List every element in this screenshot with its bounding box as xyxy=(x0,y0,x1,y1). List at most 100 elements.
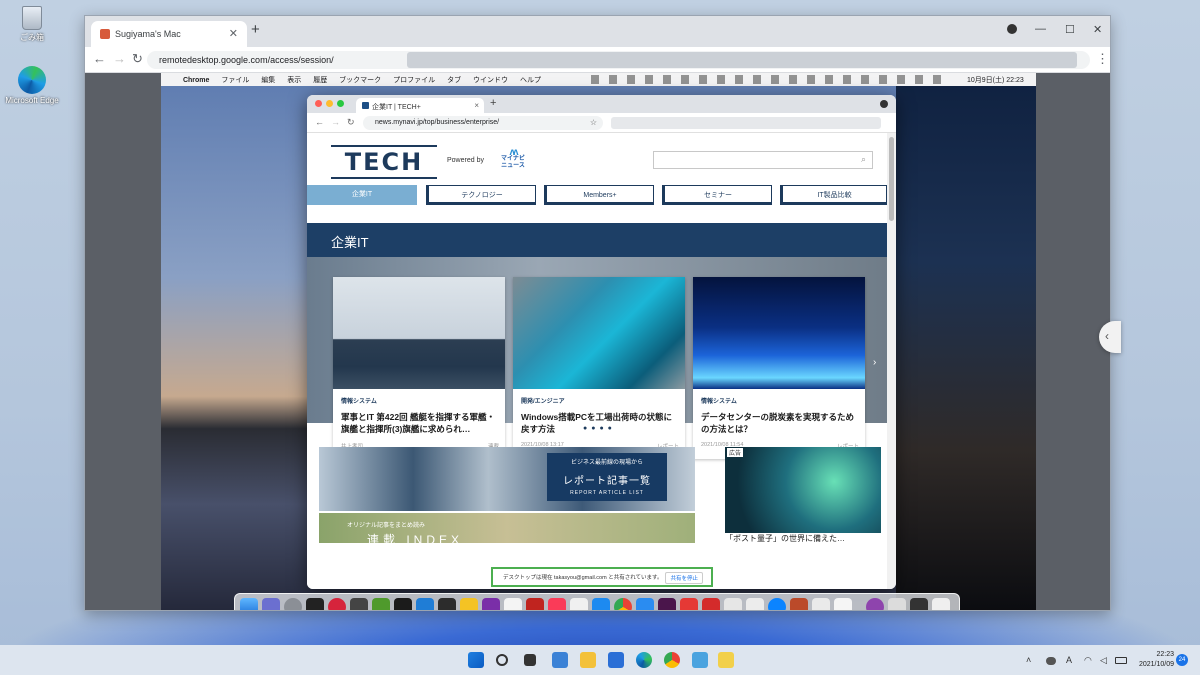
new-tab-button[interactable]: + xyxy=(251,21,260,38)
remote-desktop-taskbar-icon[interactable] xyxy=(692,652,708,668)
onenote-icon[interactable] xyxy=(482,598,500,610)
mac-forward-button[interactable]: → xyxy=(331,117,340,127)
menu-help[interactable]: ヘルプ xyxy=(520,75,541,85)
remote-desktop-view[interactable]: Chrome ファイル 編集 表示 履歴 ブックマーク プロファイル タブ ウイ… xyxy=(85,73,1110,610)
address-bar[interactable]: remotedesktop.google.com/access/session/ xyxy=(147,51,1090,69)
activity-monitor-icon[interactable] xyxy=(438,598,456,610)
mac-back-button[interactable]: ← xyxy=(315,117,324,127)
menu-file[interactable]: ファイル xyxy=(221,75,249,85)
scrollbar-thumb[interactable] xyxy=(889,137,894,221)
slack-icon[interactable] xyxy=(658,598,676,610)
photos-icon[interactable] xyxy=(570,598,588,610)
edge-shortcut[interactable]: Microsoft Edge xyxy=(0,66,64,105)
minimize-traffic-light-icon[interactable] xyxy=(326,100,333,107)
vscode-icon[interactable] xyxy=(416,598,434,610)
notification-badge[interactable]: 24 xyxy=(1176,654,1188,666)
chrome-taskbar-icon[interactable] xyxy=(664,652,680,668)
console-icon[interactable] xyxy=(394,598,412,610)
battery-icon[interactable] xyxy=(1115,657,1127,664)
zoom-traffic-light-icon[interactable] xyxy=(337,100,344,107)
file-explorer-icon[interactable] xyxy=(580,652,596,668)
back-button[interactable]: ← xyxy=(93,51,106,66)
edge-taskbar-icon[interactable] xyxy=(636,652,652,668)
nav-enterprise-it[interactable]: 企業IT xyxy=(307,185,417,205)
mac-tab-close-icon[interactable]: × xyxy=(474,101,479,110)
menu-window[interactable]: ウインドウ xyxy=(473,75,508,85)
finder-icon[interactable] xyxy=(240,598,258,610)
reminders-icon[interactable] xyxy=(504,598,522,610)
article-title[interactable]: データセンターの脱炭素を実現するための方法とは？ xyxy=(701,411,859,435)
article-card[interactable]: 情報システム 軍事とIT 第422回 艦艇を指揮する軍艦・旗艦と指揮所(3)旗艦… xyxy=(333,277,505,459)
chrome-menu-button[interactable]: ⋮ xyxy=(1096,51,1109,67)
menu-edit[interactable]: 編集 xyxy=(261,75,275,85)
mynavi-news-logo[interactable]: ʌʌ マイナビ ニュース xyxy=(499,148,527,171)
nav-members-plus[interactable]: Members+ xyxy=(544,185,654,205)
widgets-icon[interactable] xyxy=(552,652,568,668)
start-icon[interactable] xyxy=(468,652,484,668)
photos-taskbar-icon[interactable] xyxy=(718,652,734,668)
report-article-list-link[interactable]: ビジネス最前線の現場から レポート記事一覧 REPORT ARTICLE LIS… xyxy=(547,453,667,501)
volume-icon[interactable]: ◁ xyxy=(1100,655,1107,666)
ad-caption[interactable]: 「ポスト量子」の世界に備えた… xyxy=(725,533,881,544)
purple-app-icon[interactable] xyxy=(866,598,884,610)
site-search-input[interactable]: ⌕ xyxy=(653,151,873,169)
chrome-icon[interactable] xyxy=(614,598,632,610)
tab-remote-desktop[interactable]: Sugiyama's Mac ✕ xyxy=(91,21,247,47)
article-title[interactable]: 軍事とIT 第422回 艦艇を指揮する軍艦・旗艦と指揮所(3)旗艦に求められ… xyxy=(341,411,499,435)
green-app-icon[interactable] xyxy=(372,598,390,610)
document-thumb-icon[interactable] xyxy=(834,598,852,610)
carousel-next-icon[interactable]: › xyxy=(873,357,876,368)
nav-seminar[interactable]: セミナー xyxy=(662,185,772,205)
taskbar-clock[interactable]: 22:23 2021/10/09 xyxy=(1130,650,1174,670)
menu-tab[interactable]: タブ xyxy=(447,75,461,85)
screen-thumb-icon[interactable] xyxy=(910,598,928,610)
app-menu[interactable]: Chrome xyxy=(183,77,209,84)
tech-plus-logo[interactable]: TECH xyxy=(331,145,437,179)
image-app-icon[interactable] xyxy=(790,598,808,610)
tab-tech-plus[interactable]: 企業IT | TECH+ × xyxy=(356,98,484,113)
search-icon[interactable] xyxy=(496,654,508,666)
x-app-icon[interactable] xyxy=(306,598,324,610)
notes-icon[interactable] xyxy=(460,598,478,610)
task-view-icon[interactable] xyxy=(524,654,536,666)
carousel-dots[interactable]: ●●●● xyxy=(583,425,616,432)
mac-address-bar[interactable]: news.mynavi.jp/top/business/enterprise/ … xyxy=(363,116,603,130)
window-thumb-icon[interactable] xyxy=(888,598,906,610)
tab-close-icon[interactable]: ✕ xyxy=(229,27,238,40)
wifi-icon[interactable]: ◠ xyxy=(1084,655,1092,666)
menu-bookmarks[interactable]: ブックマーク xyxy=(339,75,381,85)
parallels-icon[interactable] xyxy=(702,598,720,610)
close-button[interactable]: ✕ xyxy=(1093,23,1102,36)
show-hidden-icons[interactable]: ˄ xyxy=(1026,655,1031,665)
forward-button[interactable]: → xyxy=(113,51,126,66)
trash-icon[interactable] xyxy=(932,598,950,610)
close-traffic-light-icon[interactable] xyxy=(315,100,322,107)
maximize-button[interactable]: ☐ xyxy=(1065,23,1075,36)
gmail-icon[interactable] xyxy=(526,598,544,610)
terminal-icon[interactable] xyxy=(350,598,368,610)
recycle-bin-shortcut[interactable]: ごみ箱 xyxy=(0,6,64,43)
launchpad-icon[interactable] xyxy=(262,598,280,610)
menu-history[interactable]: 履歴 xyxy=(313,75,327,85)
textedit-icon[interactable] xyxy=(724,598,742,610)
nav-technology[interactable]: テクノロジー xyxy=(426,185,536,205)
mail-icon[interactable] xyxy=(636,598,654,610)
nav-it-products[interactable]: IT製品比較 xyxy=(780,185,887,205)
article-card[interactable]: 情報システム データセンターの脱炭素を実現するための方法とは？ 2021/10/… xyxy=(693,277,865,459)
ad-image-circuit[interactable] xyxy=(725,447,881,533)
menubar-status-icons[interactable] xyxy=(591,75,951,84)
screens-icon[interactable] xyxy=(680,598,698,610)
profile-icon[interactable] xyxy=(1007,24,1017,34)
messenger-icon[interactable] xyxy=(768,598,786,610)
ime-indicator[interactable]: A xyxy=(1066,655,1072,665)
search-icon[interactable]: ⌕ xyxy=(861,154,866,165)
red-app-icon[interactable] xyxy=(328,598,346,610)
menubar-clock[interactable]: 10月9日(土) 22:23 xyxy=(967,75,1024,85)
onedrive-icon[interactable] xyxy=(1046,657,1056,665)
app-store-icon[interactable] xyxy=(592,598,610,610)
window-thumb-icon[interactable] xyxy=(812,598,830,610)
system-preferences-icon[interactable] xyxy=(284,598,302,610)
menu-view[interactable]: 表示 xyxy=(287,75,301,85)
mac-new-tab-button[interactable]: + xyxy=(490,97,496,109)
minimize-button[interactable]: — xyxy=(1035,23,1046,35)
